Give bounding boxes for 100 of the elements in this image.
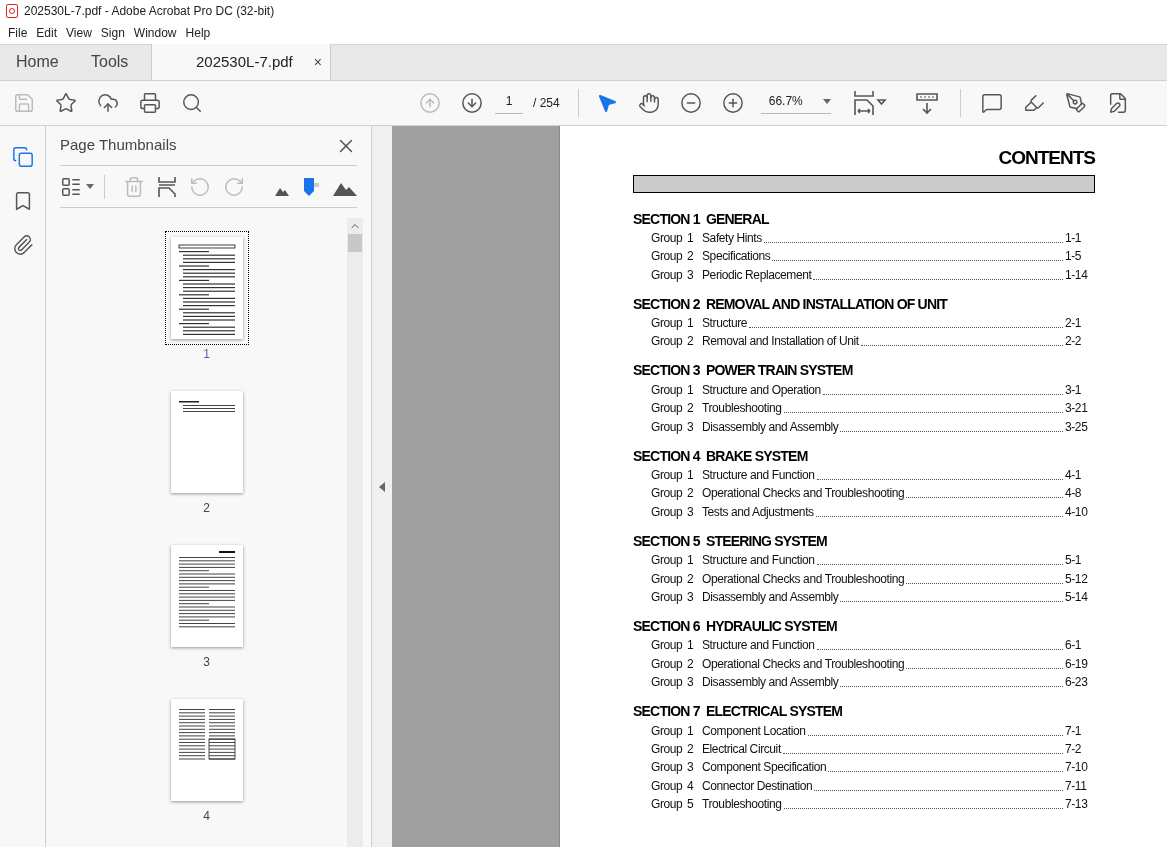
group-title: Operational Checks and Troubleshooting	[702, 485, 905, 503]
group-number: 2	[687, 333, 695, 351]
zoom-in-icon[interactable]	[721, 92, 744, 114]
page-number-label: 2	[203, 500, 210, 517]
page-thumbnail[interactable]	[170, 545, 243, 647]
section-heading: SECTION 7 ELECTRICAL SYSTEM	[633, 702, 844, 722]
pages-icon[interactable]	[11, 146, 34, 168]
group-number: 3	[687, 588, 695, 606]
page-reference: 7-11	[1065, 777, 1088, 795]
document-tab[interactable]: 202530L-7.pdf ×	[151, 44, 331, 80]
cloud-upload-icon[interactable]	[97, 92, 119, 114]
page-reference: 7-10	[1065, 759, 1089, 777]
page-reference: 7-2	[1065, 740, 1083, 758]
menu-item[interactable]: Edit	[32, 24, 62, 42]
group-label: Group	[651, 229, 684, 247]
document-heading: CONTENTS	[998, 146, 1095, 170]
hand-icon[interactable]	[637, 92, 660, 114]
scrollbar-thumb[interactable]	[348, 234, 362, 252]
group-title: Safety Hints	[702, 229, 762, 247]
group-label: Group	[651, 315, 684, 333]
print-icon[interactable]	[139, 92, 161, 114]
section-heading: SECTION 3 POWER TRAIN SYSTEM	[633, 361, 854, 381]
menu-item[interactable]: Help	[181, 24, 215, 42]
scrollbar[interactable]	[347, 218, 363, 847]
group-title: Structure and Function	[702, 637, 815, 655]
search-icon[interactable]	[181, 92, 203, 114]
options-menu-icon[interactable]	[60, 175, 82, 198]
scroll-mode-icon[interactable]	[914, 91, 939, 115]
group-title: Operational Checks and Troubleshooting	[702, 570, 905, 588]
caret-icon	[822, 98, 831, 104]
page-number-field[interactable]: 1	[495, 92, 523, 114]
group-label: Group	[651, 722, 684, 740]
fit-page-icon[interactable]	[852, 90, 887, 116]
group-number: 1	[687, 722, 695, 740]
pen-icon[interactable]	[1064, 92, 1087, 114]
page-thumbnail[interactable]	[170, 391, 243, 493]
group-number: 3	[687, 266, 695, 284]
group-label: Group	[651, 400, 684, 418]
group-title: Operational Checks and Troubleshooting	[702, 655, 905, 673]
collapse-panel-icon[interactable]	[379, 481, 385, 492]
group-label: Group	[651, 674, 684, 692]
pdf-file-icon	[6, 4, 18, 18]
group-title: Disassembly and Assembly	[702, 588, 839, 606]
page-thumbnail[interactable]	[170, 237, 243, 339]
paperclip-icon[interactable]	[11, 234, 34, 256]
page-thumbnail[interactable]	[170, 699, 243, 801]
section-heading: SECTION 1 GENERAL	[633, 209, 770, 229]
section-heading: SECTION 5 STEERING SYSTEM	[633, 531, 828, 551]
group-number: 2	[687, 400, 695, 418]
menu-item[interactable]: File	[4, 24, 32, 42]
group-title: Component Specification	[702, 759, 827, 777]
group-title: Component Location	[702, 722, 806, 740]
section-heading: SECTION 6 HYDRAULIC SYSTEM	[633, 616, 838, 636]
group-number: 3	[687, 503, 695, 521]
group-label: Group	[651, 248, 684, 266]
comment-icon[interactable]	[980, 92, 1003, 114]
group-label: Group	[651, 759, 684, 777]
page-number-label: 1	[203, 346, 210, 363]
zoom-dropdown[interactable]: 66.7%	[760, 92, 831, 114]
group-title: Electrical Circuit	[702, 740, 781, 758]
highlighter-icon[interactable]	[1022, 92, 1045, 114]
menu-item[interactable]: Sign	[96, 24, 129, 42]
group-label: Group	[651, 588, 684, 606]
group-label: Group	[651, 740, 684, 758]
zoom-out-icon[interactable]	[679, 92, 702, 114]
insert-pages-icon[interactable]	[157, 175, 177, 198]
group-title: Structure and Function	[702, 467, 815, 484]
page-reference: 1-5	[1065, 248, 1083, 266]
menu-item[interactable]: Window	[129, 24, 181, 42]
group-title: Troubleshooting	[702, 796, 782, 814]
group-label: Group	[651, 266, 684, 284]
group-label: Group	[651, 552, 684, 570]
next-page-icon[interactable]	[461, 92, 483, 114]
page-number-label: 4	[203, 808, 210, 825]
menu-item[interactable]: View	[62, 24, 96, 42]
nav-tab[interactable]: Home	[0, 44, 75, 80]
page-reference: 3-1	[1065, 381, 1083, 399]
slider-handle-icon[interactable]	[303, 177, 319, 196]
group-title: Structure and Function	[702, 552, 815, 570]
group-label: Group	[651, 467, 684, 484]
page-reference: 7-13	[1065, 796, 1089, 814]
page-reference: 5-14	[1065, 588, 1089, 606]
group-title: Structure and Operation	[702, 381, 821, 399]
group-label: Group	[651, 570, 684, 588]
page-reference: 5-1	[1065, 552, 1083, 570]
nav-tab[interactable]: Tools	[75, 44, 151, 80]
close-tab-button[interactable]: ×	[313, 51, 322, 73]
group-title: Disassembly and Assembly	[702, 418, 839, 436]
group-label: Group	[651, 333, 684, 351]
page-reference: 4-1	[1065, 467, 1083, 484]
caret-icon	[86, 184, 94, 189]
page-reference: 6-19	[1065, 655, 1089, 673]
section-heading: SECTION 4 BRAKE SYSTEM	[633, 446, 809, 466]
star-icon[interactable]	[55, 92, 77, 114]
group-number: 1	[687, 552, 695, 570]
group-number: 1	[687, 229, 695, 247]
group-number: 3	[687, 759, 695, 777]
group-label: Group	[651, 777, 684, 795]
group-label: Group	[651, 796, 684, 814]
page-number-label: 3	[203, 654, 210, 671]
